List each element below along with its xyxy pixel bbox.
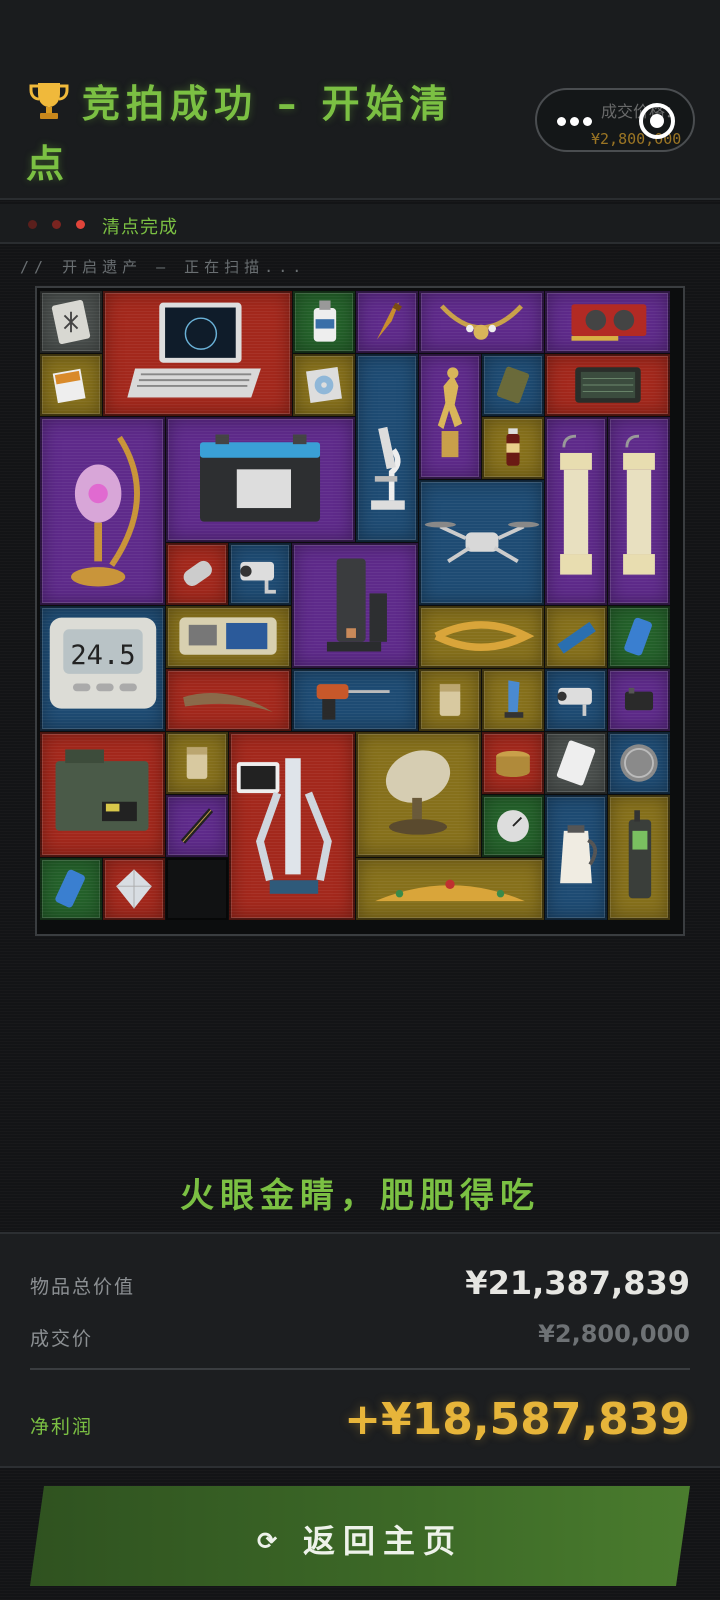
item-coffee-machine[interactable] xyxy=(292,543,418,668)
item-gpu[interactable] xyxy=(545,291,670,353)
item-ssd[interactable] xyxy=(545,606,607,668)
empty-slot xyxy=(166,858,228,920)
item-diamond[interactable] xyxy=(103,858,165,920)
item-phone[interactable] xyxy=(608,795,670,920)
item-lantern-1[interactable] xyxy=(545,417,607,605)
item-statue[interactable] xyxy=(419,354,481,479)
item-bottle[interactable] xyxy=(293,291,355,353)
item-crown[interactable] xyxy=(356,858,544,920)
item-kettle[interactable] xyxy=(545,795,607,920)
deal-price-row-value: ¥2,800,000 xyxy=(538,1320,690,1348)
item-microscope[interactable] xyxy=(356,354,418,542)
item-tablet[interactable] xyxy=(545,354,670,416)
item-drill[interactable] xyxy=(292,669,418,731)
item-caviar[interactable] xyxy=(482,732,544,794)
item-antenna[interactable] xyxy=(356,732,481,857)
item-drink[interactable] xyxy=(482,417,544,479)
total-value: ¥21,387,839 xyxy=(465,1264,690,1302)
item-canister[interactable] xyxy=(166,543,228,605)
title-text: 竞拍成功 – 开始清点 xyxy=(26,82,454,186)
total-value-row: 物品总价值 ¥21,387,839 xyxy=(30,1264,690,1304)
page-title: 竞拍成功 – 开始清点 xyxy=(26,74,496,194)
more-icon[interactable] xyxy=(557,112,595,130)
thermo-reading: 24.5 xyxy=(70,640,135,671)
item-robot[interactable] xyxy=(229,732,355,920)
summary-panel: 物品总价值 ¥21,387,839 成交价 ¥2,800,000 净利润 +¥1… xyxy=(0,1232,720,1468)
deal-price-row-label: 成交价 xyxy=(30,1328,94,1350)
item-radio[interactable] xyxy=(40,732,165,857)
item-device[interactable] xyxy=(608,669,670,731)
status-label: 清点完成 xyxy=(102,217,178,238)
item-thermometer[interactable]: 24.5 xyxy=(40,606,165,731)
item-playing-card[interactable] xyxy=(545,732,607,794)
return-home-label: 返回主页 xyxy=(303,1523,464,1559)
summary-divider xyxy=(30,1368,690,1370)
item-battery-cell[interactable] xyxy=(40,858,102,920)
mini-program-capsule[interactable]: 成交价格： ¥2,800,000 xyxy=(535,88,695,152)
item-can[interactable] xyxy=(608,606,670,668)
profit-row: 净利润 +¥18,587,839 xyxy=(30,1394,690,1448)
item-ration[interactable] xyxy=(482,354,544,416)
item-laptop[interactable] xyxy=(103,291,292,416)
item-lantern-2[interactable] xyxy=(608,417,670,605)
item-camera-2[interactable] xyxy=(545,669,607,731)
item-lighter[interactable] xyxy=(419,669,481,731)
item-dagger[interactable] xyxy=(356,291,418,353)
item-card[interactable] xyxy=(40,291,102,353)
trophy-icon xyxy=(29,83,69,119)
deal-price-row: 成交价 ¥2,800,000 xyxy=(30,1318,690,1354)
item-horn[interactable] xyxy=(166,669,291,731)
status-bar: 清点完成 xyxy=(0,204,720,244)
item-trophy-glass[interactable] xyxy=(482,669,544,731)
item-moon-lamp[interactable] xyxy=(40,417,165,605)
header: 竞拍成功 – 开始清点 成交价格： ¥2,800,000 xyxy=(0,0,720,200)
close-target-icon[interactable] xyxy=(639,103,675,139)
item-laurel[interactable] xyxy=(419,606,544,668)
item-battery[interactable] xyxy=(166,417,355,542)
item-pen[interactable] xyxy=(166,795,228,857)
item-cd-case[interactable] xyxy=(293,354,355,416)
scan-status-text: // 开启遗产 – 正在扫描... xyxy=(20,258,307,276)
item-coin[interactable] xyxy=(608,732,670,794)
total-value-label: 物品总价值 xyxy=(30,1276,136,1298)
status-led-3 xyxy=(76,220,85,229)
item-gauge[interactable] xyxy=(482,795,544,857)
slogan: 火眼金睛，肥肥得吃 xyxy=(180,1176,540,1216)
item-controller[interactable] xyxy=(166,606,291,668)
item-lighter-2[interactable] xyxy=(166,732,228,794)
item-cigarettes[interactable] xyxy=(40,354,102,416)
status-led-1 xyxy=(28,220,37,229)
profit-value: +¥18,587,839 xyxy=(344,1394,690,1445)
return-home-label-wrap: ⟳ 返回主页 xyxy=(30,1516,690,1562)
profit-label: 净利润 xyxy=(30,1416,94,1438)
status-led-2 xyxy=(52,220,61,229)
item-drone[interactable] xyxy=(419,480,544,605)
return-home-button[interactable]: ⟳ 返回主页 xyxy=(30,1486,690,1586)
item-necklace[interactable] xyxy=(419,291,544,353)
item-camera[interactable] xyxy=(229,543,291,605)
inventory-grid: 24.5 xyxy=(35,286,685,936)
refresh-icon: ⟳ xyxy=(256,1528,286,1555)
